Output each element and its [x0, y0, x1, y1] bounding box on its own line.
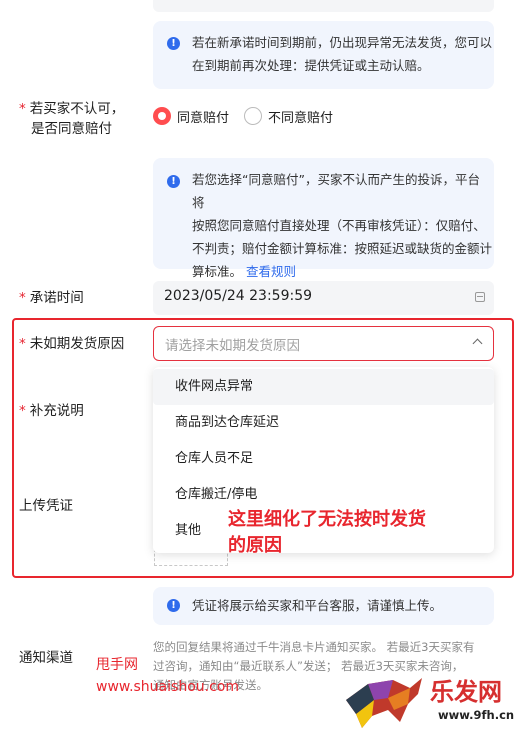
lefa-url: www.9fh.cn — [438, 708, 515, 722]
notice-line: 若在新承诺时间到期前，仍出现异常无法发货，您可以 — [192, 35, 493, 50]
radio-agree[interactable]: 同意赔付 — [153, 106, 229, 126]
watermark-shuaishou: 甩手网 www.shuaishou.com — [96, 657, 239, 695]
compensate-label: * 若买家不认可， 是否同意赔付 — [19, 101, 125, 137]
notice-line: 不判责；赔付金额计算标准：按照延迟或缺货的金额计 — [192, 241, 493, 256]
radio-disagree[interactable]: 不同意赔付 — [244, 106, 333, 126]
radio-agree-label: 同意赔付 — [177, 110, 230, 126]
calendar-icon — [475, 292, 485, 302]
notice-line: 若您选择“同意赔付”，买家不认而产生的投诉，平台将 — [192, 172, 480, 210]
top-field-partial — [153, 0, 494, 12]
info-icon: ! — [167, 37, 180, 50]
promise-time-value: 2023/05/24 23:59:59 — [164, 288, 313, 304]
required-mark: * — [19, 290, 26, 306]
promise-time-field[interactable]: 2023/05/24 23:59:59 — [153, 281, 494, 315]
info-icon: ! — [167, 175, 180, 188]
lefa-logo: 乐发网 www.9fh.cn — [338, 668, 523, 734]
notify-label: 通知渠道 — [19, 650, 73, 666]
radio-empty-icon — [244, 107, 262, 125]
notice-upload-info: ! 凭证将展示给买家和平台客服，请谨慎上传。 — [153, 587, 494, 625]
annotation-text: 这里细化了无法按时发货 的原因 — [228, 509, 426, 556]
radio-selected-icon — [153, 107, 171, 125]
bull-logo-icon — [346, 678, 422, 728]
notice-renewal-info: ! 若在新承诺时间到期前，仍出现异常无法发货，您可以 在到期前再次处理：提供凭证… — [153, 21, 494, 89]
view-rules-link[interactable]: 查看规则 — [246, 264, 296, 279]
promise-time-label: * 承诺时间 — [19, 290, 84, 306]
notice-compensate-info: ! 若您选择“同意赔付”，买家不认而产生的投诉，平台将 按照您同意赔付直接处理（… — [153, 158, 494, 279]
required-mark: * — [19, 101, 26, 117]
info-icon: ! — [167, 599, 180, 612]
notice-line: 算标准。 — [192, 264, 243, 279]
lefa-brand-text: 乐发网 — [430, 677, 502, 706]
notice-line: 在到期前再次处理：提供凭证或主动认赔。 — [192, 58, 430, 73]
notice-line: 按照您同意赔付直接处理（不再审核凭证）：仅赔付、 — [192, 218, 486, 233]
radio-disagree-label: 不同意赔付 — [268, 110, 334, 126]
